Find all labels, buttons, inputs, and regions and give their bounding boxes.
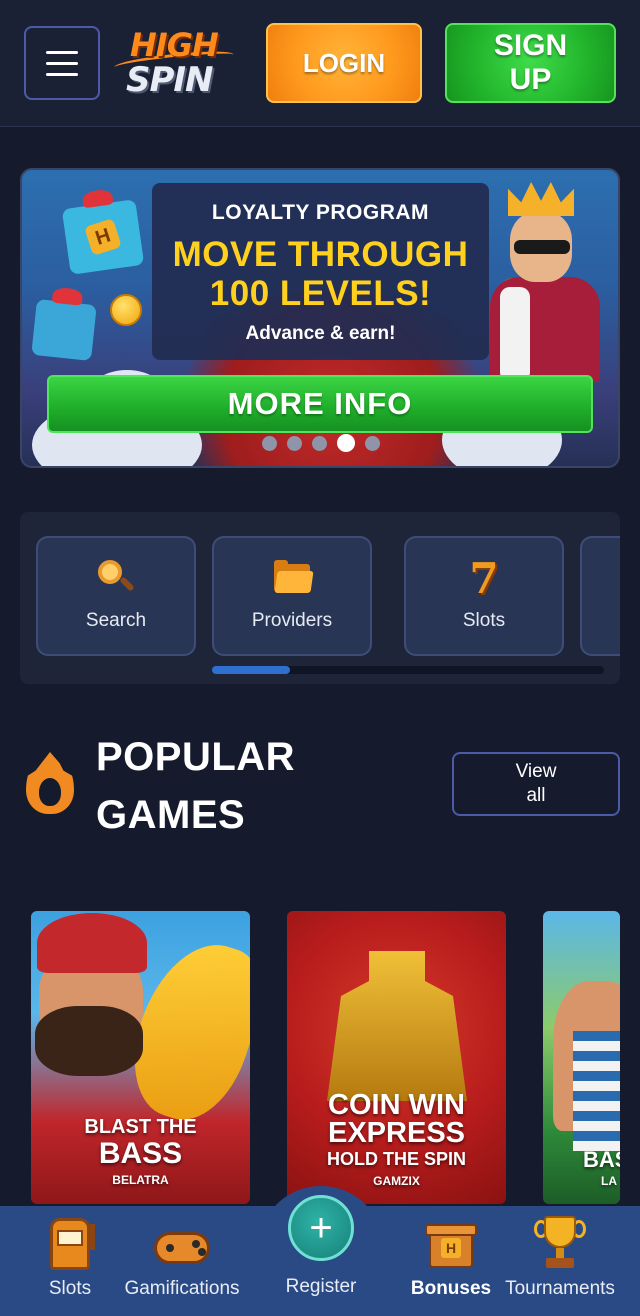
scrollbar-thumb[interactable] — [212, 666, 290, 674]
game-subtitle: HOLD THE SPIN — [326, 1149, 466, 1169]
box-lid — [425, 1224, 477, 1236]
highspin-logo[interactable]: HIGH SPIN — [112, 24, 246, 100]
nav-item-gamifications[interactable]: Gamifications — [118, 1206, 246, 1316]
fisherman-shirt — [573, 1031, 620, 1151]
quick-links-scrollbar[interactable] — [212, 666, 604, 674]
game-card-partial[interactable]: BAS LA — [543, 911, 620, 1204]
quick-link-slots[interactable]: 7 Slots — [404, 536, 564, 656]
gift-box-icon — [31, 286, 97, 361]
fisherman-beard — [35, 1006, 143, 1076]
nav-item-slots[interactable]: Slots — [30, 1206, 110, 1316]
logo-line1: HIGH — [130, 26, 219, 64]
game-title-line2: BASS — [98, 1137, 183, 1170]
promo-kicker: LOYALTY PROGRAM — [211, 201, 430, 224]
folder-icon — [272, 558, 314, 598]
section-title-text: POPULAR GAMES — [96, 735, 296, 837]
signup-label: SIGN UP — [493, 29, 568, 96]
quick-link-label: Search — [85, 610, 147, 631]
promo-headline-text: MOVE THROUGH 100 LEVELS! — [172, 235, 469, 313]
nav-label: Gamifications — [124, 1278, 240, 1299]
nav-item-tournaments[interactable]: Tournaments — [498, 1206, 622, 1316]
game-card-coin-win-express[interactable]: COIN WIN EXPRESS HOLD THE SPIN GAMZIX — [287, 911, 506, 1204]
game-title-line1: BAS — [583, 1147, 620, 1172]
quick-link-search[interactable]: Search — [36, 536, 196, 656]
search-icon — [96, 558, 136, 598]
promo-card: LOYALTY PROGRAM MOVE THROUGH 100 LEVELS!… — [152, 183, 489, 360]
slot-machine-icon — [40, 1212, 100, 1272]
signup-button[interactable]: SIGN UP — [445, 23, 616, 103]
game-title-line1: BLAST THE — [84, 1116, 197, 1138]
gift-box-icon: H — [61, 188, 145, 275]
trophy-stem — [556, 1248, 564, 1258]
gamepad-button — [198, 1248, 206, 1256]
carousel-dot-active[interactable] — [337, 434, 355, 452]
trophy-base — [546, 1258, 574, 1268]
fire-icon — [26, 752, 74, 814]
quick-link-label: Slots — [462, 610, 506, 631]
trophy-icon — [530, 1212, 590, 1272]
section-title: POPULAR GAMES — [96, 728, 326, 844]
menu-bar — [46, 61, 78, 65]
slot-lever — [90, 1224, 95, 1250]
crown-icon — [508, 182, 574, 216]
promo-subtext: Advance & earn! — [245, 323, 396, 344]
fisherman-hat — [37, 913, 147, 973]
gift-bow — [81, 188, 114, 209]
gamepad-button — [192, 1240, 200, 1248]
carousel-dots — [262, 434, 380, 452]
game-provider: LA — [601, 1174, 617, 1188]
top-header: HIGH SPIN LOGIN SIGN UP — [0, 0, 640, 127]
game-card-blast-the-bass[interactable]: BLAST THE BASS BELATRA — [31, 911, 250, 1204]
page: HIGH SPIN LOGIN SIGN UP H LOYALTY PROGRA… — [0, 0, 640, 1316]
golden-train-art — [327, 951, 467, 1101]
gamepad-button — [166, 1244, 174, 1252]
menu-bar — [46, 50, 78, 54]
game-provider: BELATRA — [112, 1173, 169, 1187]
gamepad-icon — [152, 1212, 212, 1272]
carousel-dot[interactable] — [287, 435, 302, 451]
game-title-line2: EXPRESS — [328, 1117, 465, 1149]
slot-window — [57, 1230, 83, 1246]
flame-inner — [39, 778, 61, 806]
more-info-button[interactable]: MORE INFO — [47, 375, 593, 433]
carousel-dot[interactable] — [262, 435, 277, 451]
folder-front — [274, 571, 314, 593]
login-button[interactable]: LOGIN — [266, 23, 422, 103]
trophy-cup — [544, 1216, 576, 1248]
quick-link-partial[interactable] — [580, 536, 620, 656]
handle — [119, 576, 135, 592]
quick-link-providers[interactable]: Providers — [212, 536, 372, 656]
hamburger-menu-button[interactable] — [24, 26, 100, 100]
lens — [98, 560, 122, 584]
menu-bar — [46, 72, 78, 76]
seven-icon: 7 — [469, 553, 499, 603]
nav-label: Register — [285, 1276, 357, 1297]
view-all-button[interactable]: View all — [452, 752, 620, 816]
nav-label: Tournaments — [505, 1278, 615, 1299]
carousel-dot[interactable] — [365, 435, 380, 451]
quick-link-label: Providers — [251, 610, 333, 631]
quick-links-strip: Search Providers 7 Slots — [20, 512, 620, 684]
nav-item-register[interactable]: Register — [272, 1206, 370, 1316]
king-mascot — [490, 182, 600, 382]
view-all-label: View all — [515, 761, 557, 806]
promo-headline: MOVE THROUGH 100 LEVELS! — [152, 235, 489, 313]
nav-label: Bonuses — [410, 1278, 492, 1299]
logo-line2: SPIN — [126, 60, 214, 100]
nav-item-bonuses[interactable]: H Bonuses — [408, 1206, 494, 1316]
nav-label: Slots — [48, 1278, 92, 1299]
coin-icon — [110, 294, 142, 326]
carousel-dot[interactable] — [312, 435, 327, 451]
gift-box-icon: H — [421, 1212, 481, 1272]
h-badge: H — [441, 1238, 461, 1258]
king-ermine — [500, 287, 530, 382]
sunglasses — [514, 240, 570, 254]
gift-bow — [51, 286, 84, 306]
h-badge: H — [84, 218, 122, 256]
